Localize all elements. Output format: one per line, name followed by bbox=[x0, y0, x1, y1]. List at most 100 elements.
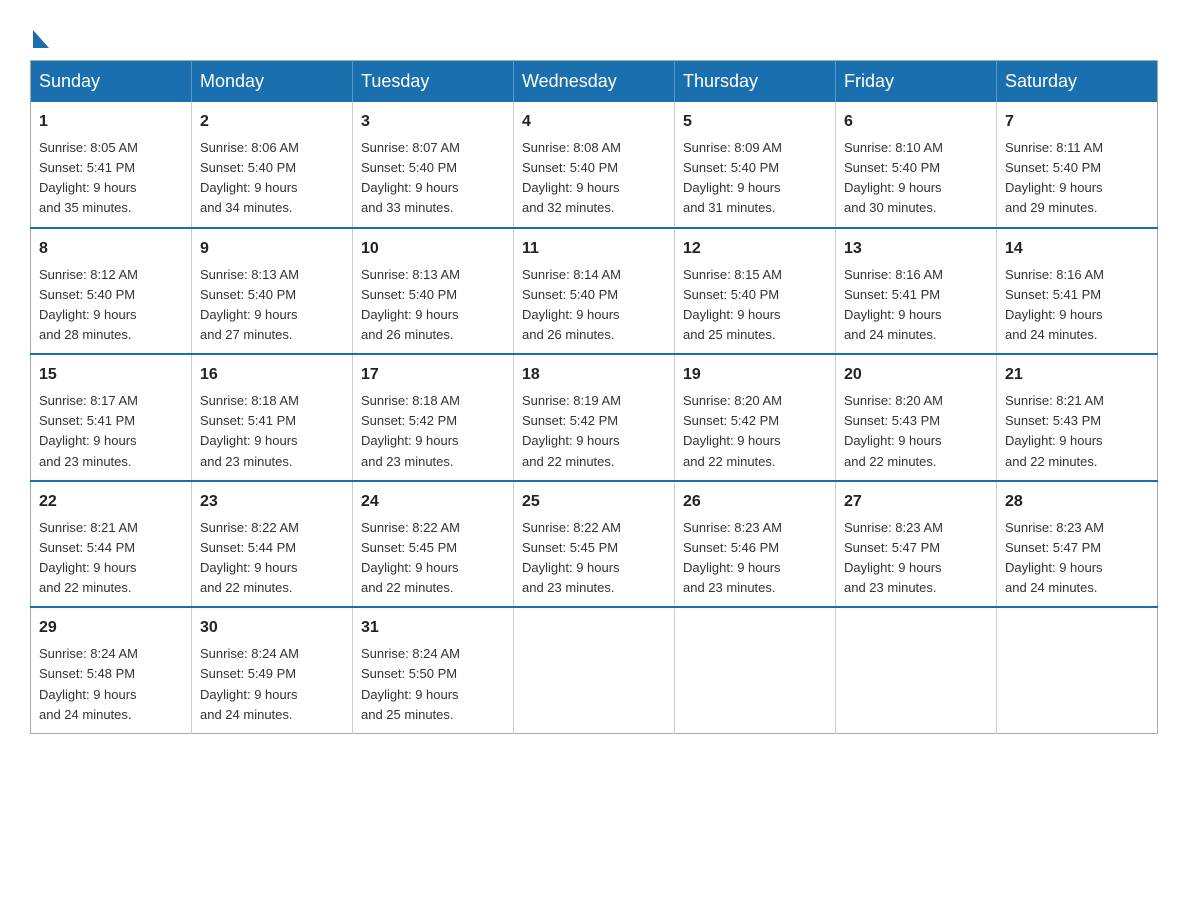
day-info: Sunrise: 8:12 AM Sunset: 5:40 PM Dayligh… bbox=[39, 265, 183, 346]
day-number: 14 bbox=[1005, 237, 1149, 261]
calendar-cell: 5 Sunrise: 8:09 AM Sunset: 5:40 PM Dayli… bbox=[675, 102, 836, 228]
calendar-week-row: 8 Sunrise: 8:12 AM Sunset: 5:40 PM Dayli… bbox=[31, 228, 1158, 355]
calendar-cell: 11 Sunrise: 8:14 AM Sunset: 5:40 PM Dayl… bbox=[514, 228, 675, 355]
weekday-header-thursday: Thursday bbox=[675, 61, 836, 103]
day-info: Sunrise: 8:24 AM Sunset: 5:49 PM Dayligh… bbox=[200, 644, 344, 725]
calendar-cell: 6 Sunrise: 8:10 AM Sunset: 5:40 PM Dayli… bbox=[836, 102, 997, 228]
calendar-cell: 3 Sunrise: 8:07 AM Sunset: 5:40 PM Dayli… bbox=[353, 102, 514, 228]
day-number: 6 bbox=[844, 110, 988, 134]
day-number: 26 bbox=[683, 490, 827, 514]
calendar-cell: 25 Sunrise: 8:22 AM Sunset: 5:45 PM Dayl… bbox=[514, 481, 675, 608]
calendar-cell: 15 Sunrise: 8:17 AM Sunset: 5:41 PM Dayl… bbox=[31, 354, 192, 481]
day-info: Sunrise: 8:10 AM Sunset: 5:40 PM Dayligh… bbox=[844, 138, 988, 219]
day-info: Sunrise: 8:23 AM Sunset: 5:46 PM Dayligh… bbox=[683, 518, 827, 599]
calendar-cell bbox=[675, 607, 836, 733]
calendar-cell: 30 Sunrise: 8:24 AM Sunset: 5:49 PM Dayl… bbox=[192, 607, 353, 733]
day-number: 9 bbox=[200, 237, 344, 261]
day-info: Sunrise: 8:16 AM Sunset: 5:41 PM Dayligh… bbox=[844, 265, 988, 346]
day-number: 15 bbox=[39, 363, 183, 387]
weekday-header-wednesday: Wednesday bbox=[514, 61, 675, 103]
day-info: Sunrise: 8:24 AM Sunset: 5:48 PM Dayligh… bbox=[39, 644, 183, 725]
calendar-week-row: 1 Sunrise: 8:05 AM Sunset: 5:41 PM Dayli… bbox=[31, 102, 1158, 228]
logo bbox=[30, 30, 49, 40]
calendar-cell: 13 Sunrise: 8:16 AM Sunset: 5:41 PM Dayl… bbox=[836, 228, 997, 355]
calendar-cell: 18 Sunrise: 8:19 AM Sunset: 5:42 PM Dayl… bbox=[514, 354, 675, 481]
day-number: 18 bbox=[522, 363, 666, 387]
day-info: Sunrise: 8:19 AM Sunset: 5:42 PM Dayligh… bbox=[522, 391, 666, 472]
day-info: Sunrise: 8:08 AM Sunset: 5:40 PM Dayligh… bbox=[522, 138, 666, 219]
day-number: 24 bbox=[361, 490, 505, 514]
calendar-cell: 31 Sunrise: 8:24 AM Sunset: 5:50 PM Dayl… bbox=[353, 607, 514, 733]
weekday-header-tuesday: Tuesday bbox=[353, 61, 514, 103]
calendar-cell: 29 Sunrise: 8:24 AM Sunset: 5:48 PM Dayl… bbox=[31, 607, 192, 733]
day-number: 3 bbox=[361, 110, 505, 134]
calendar-cell: 19 Sunrise: 8:20 AM Sunset: 5:42 PM Dayl… bbox=[675, 354, 836, 481]
calendar-cell bbox=[836, 607, 997, 733]
day-info: Sunrise: 8:23 AM Sunset: 5:47 PM Dayligh… bbox=[1005, 518, 1149, 599]
day-number: 27 bbox=[844, 490, 988, 514]
page-header bbox=[30, 30, 1158, 40]
calendar-cell: 14 Sunrise: 8:16 AM Sunset: 5:41 PM Dayl… bbox=[997, 228, 1158, 355]
day-number: 1 bbox=[39, 110, 183, 134]
calendar-week-row: 29 Sunrise: 8:24 AM Sunset: 5:48 PM Dayl… bbox=[31, 607, 1158, 733]
day-number: 28 bbox=[1005, 490, 1149, 514]
day-info: Sunrise: 8:23 AM Sunset: 5:47 PM Dayligh… bbox=[844, 518, 988, 599]
calendar-week-row: 15 Sunrise: 8:17 AM Sunset: 5:41 PM Dayl… bbox=[31, 354, 1158, 481]
day-info: Sunrise: 8:06 AM Sunset: 5:40 PM Dayligh… bbox=[200, 138, 344, 219]
calendar-header-row: SundayMondayTuesdayWednesdayThursdayFrid… bbox=[31, 61, 1158, 103]
day-info: Sunrise: 8:18 AM Sunset: 5:41 PM Dayligh… bbox=[200, 391, 344, 472]
weekday-header-saturday: Saturday bbox=[997, 61, 1158, 103]
calendar-table: SundayMondayTuesdayWednesdayThursdayFrid… bbox=[30, 60, 1158, 734]
day-info: Sunrise: 8:07 AM Sunset: 5:40 PM Dayligh… bbox=[361, 138, 505, 219]
day-info: Sunrise: 8:14 AM Sunset: 5:40 PM Dayligh… bbox=[522, 265, 666, 346]
calendar-cell bbox=[997, 607, 1158, 733]
day-number: 17 bbox=[361, 363, 505, 387]
day-info: Sunrise: 8:13 AM Sunset: 5:40 PM Dayligh… bbox=[361, 265, 505, 346]
day-number: 4 bbox=[522, 110, 666, 134]
calendar-cell bbox=[514, 607, 675, 733]
weekday-header-monday: Monday bbox=[192, 61, 353, 103]
day-info: Sunrise: 8:17 AM Sunset: 5:41 PM Dayligh… bbox=[39, 391, 183, 472]
logo-arrow-icon bbox=[33, 30, 49, 48]
weekday-header-sunday: Sunday bbox=[31, 61, 192, 103]
day-number: 5 bbox=[683, 110, 827, 134]
calendar-cell: 26 Sunrise: 8:23 AM Sunset: 5:46 PM Dayl… bbox=[675, 481, 836, 608]
day-info: Sunrise: 8:13 AM Sunset: 5:40 PM Dayligh… bbox=[200, 265, 344, 346]
calendar-cell: 1 Sunrise: 8:05 AM Sunset: 5:41 PM Dayli… bbox=[31, 102, 192, 228]
day-number: 31 bbox=[361, 616, 505, 640]
day-number: 11 bbox=[522, 237, 666, 261]
calendar-cell: 4 Sunrise: 8:08 AM Sunset: 5:40 PM Dayli… bbox=[514, 102, 675, 228]
calendar-cell: 17 Sunrise: 8:18 AM Sunset: 5:42 PM Dayl… bbox=[353, 354, 514, 481]
day-number: 13 bbox=[844, 237, 988, 261]
day-number: 10 bbox=[361, 237, 505, 261]
day-number: 8 bbox=[39, 237, 183, 261]
day-number: 16 bbox=[200, 363, 344, 387]
calendar-cell: 22 Sunrise: 8:21 AM Sunset: 5:44 PM Dayl… bbox=[31, 481, 192, 608]
day-info: Sunrise: 8:22 AM Sunset: 5:44 PM Dayligh… bbox=[200, 518, 344, 599]
calendar-cell: 21 Sunrise: 8:21 AM Sunset: 5:43 PM Dayl… bbox=[997, 354, 1158, 481]
day-number: 21 bbox=[1005, 363, 1149, 387]
day-info: Sunrise: 8:24 AM Sunset: 5:50 PM Dayligh… bbox=[361, 644, 505, 725]
day-number: 7 bbox=[1005, 110, 1149, 134]
day-number: 29 bbox=[39, 616, 183, 640]
day-info: Sunrise: 8:20 AM Sunset: 5:42 PM Dayligh… bbox=[683, 391, 827, 472]
day-info: Sunrise: 8:16 AM Sunset: 5:41 PM Dayligh… bbox=[1005, 265, 1149, 346]
day-info: Sunrise: 8:11 AM Sunset: 5:40 PM Dayligh… bbox=[1005, 138, 1149, 219]
calendar-cell: 16 Sunrise: 8:18 AM Sunset: 5:41 PM Dayl… bbox=[192, 354, 353, 481]
calendar-cell: 23 Sunrise: 8:22 AM Sunset: 5:44 PM Dayl… bbox=[192, 481, 353, 608]
day-number: 22 bbox=[39, 490, 183, 514]
day-info: Sunrise: 8:22 AM Sunset: 5:45 PM Dayligh… bbox=[522, 518, 666, 599]
calendar-cell: 24 Sunrise: 8:22 AM Sunset: 5:45 PM Dayl… bbox=[353, 481, 514, 608]
day-number: 12 bbox=[683, 237, 827, 261]
day-number: 25 bbox=[522, 490, 666, 514]
calendar-cell: 9 Sunrise: 8:13 AM Sunset: 5:40 PM Dayli… bbox=[192, 228, 353, 355]
day-number: 2 bbox=[200, 110, 344, 134]
calendar-cell: 28 Sunrise: 8:23 AM Sunset: 5:47 PM Dayl… bbox=[997, 481, 1158, 608]
weekday-header-friday: Friday bbox=[836, 61, 997, 103]
day-info: Sunrise: 8:22 AM Sunset: 5:45 PM Dayligh… bbox=[361, 518, 505, 599]
day-number: 20 bbox=[844, 363, 988, 387]
calendar-cell: 2 Sunrise: 8:06 AM Sunset: 5:40 PM Dayli… bbox=[192, 102, 353, 228]
day-number: 19 bbox=[683, 363, 827, 387]
calendar-cell: 7 Sunrise: 8:11 AM Sunset: 5:40 PM Dayli… bbox=[997, 102, 1158, 228]
calendar-cell: 27 Sunrise: 8:23 AM Sunset: 5:47 PM Dayl… bbox=[836, 481, 997, 608]
